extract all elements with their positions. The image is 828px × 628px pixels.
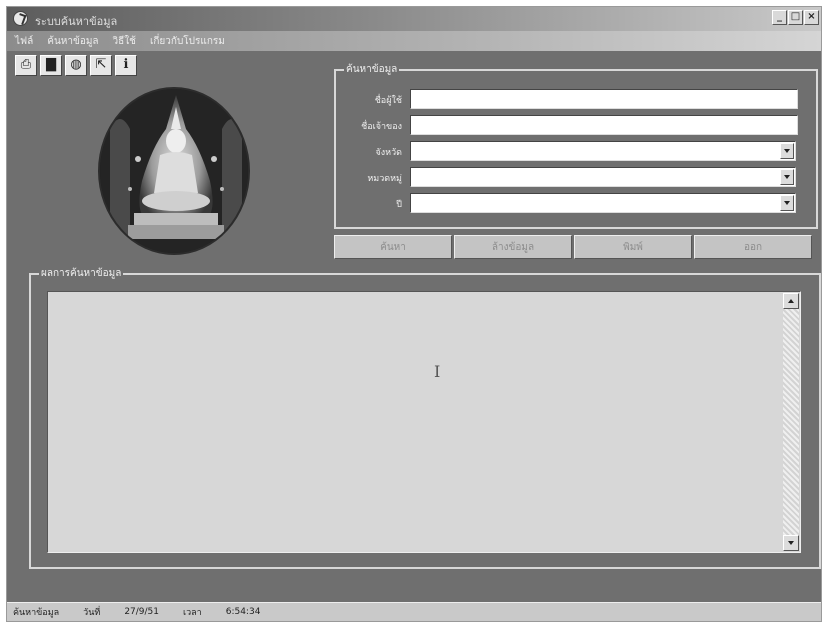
status-bar: ค้นหาข้อมูล วันที่ 27/9/51 เวลา 6:54:34 — [7, 602, 821, 621]
app-icon[interactable] — [13, 11, 28, 26]
category-select[interactable] — [410, 167, 796, 187]
result-group-legend: ผลการค้นหาข้อมูล — [39, 266, 124, 281]
select-icon[interactable]: ⇱ — [90, 55, 112, 76]
status-time-label: เวลา — [183, 608, 202, 618]
toolbar: ⎙ ▇ ◍ ⇱ ℹ — [15, 55, 137, 76]
window-controls: _ □ × — [772, 10, 819, 25]
category-label: หมวดหมู่ — [367, 174, 402, 184]
menu-item-search[interactable]: ค้นหาข้อมูล — [47, 34, 98, 49]
buddha-statue-icon — [100, 89, 248, 253]
menu-bar: ไฟล์ ค้นหาข้อมูล วิธีใช้ เกี่ยวกับโปรแกร… — [7, 31, 821, 51]
year-select[interactable] — [410, 193, 796, 213]
clear-button[interactable]: ล้างข้อมูล — [454, 235, 572, 259]
text-cursor-icon: I — [434, 362, 441, 381]
print-button[interactable]: พิมพ์ — [574, 235, 692, 259]
main-window: ระบบค้นหาข้อมูล _ □ × ไฟล์ ค้นหาข้อมูล ว… — [6, 6, 822, 622]
info-icon[interactable]: ℹ — [115, 55, 137, 76]
search-button[interactable]: ค้นหา — [334, 235, 452, 259]
maximize-button[interactable]: □ — [788, 10, 803, 25]
status-time: 6:54:34 — [225, 607, 261, 617]
buddha-image — [98, 87, 250, 255]
owner-name-input[interactable] — [410, 115, 798, 135]
search-group-legend: ค้นหาข้อมูล — [344, 62, 400, 77]
username-input[interactable] — [410, 89, 798, 109]
title-bar[interactable]: ระบบค้นหาข้อมูล _ □ × — [7, 7, 821, 31]
minimize-button[interactable]: _ — [772, 10, 787, 25]
exit-button[interactable]: ออก — [694, 235, 812, 259]
status-date: 27/9/51 — [124, 607, 160, 617]
result-textarea[interactable]: I — [47, 291, 801, 553]
save-icon[interactable]: ▇ — [40, 55, 62, 76]
menu-item-file[interactable]: ไฟล์ — [15, 34, 33, 49]
print-icon[interactable]: ⎙ — [15, 55, 37, 76]
chevron-down-icon[interactable] — [780, 169, 794, 185]
scroll-down-icon[interactable] — [783, 535, 799, 551]
province-label: จังหวัด — [375, 148, 403, 158]
province-select[interactable] — [410, 141, 796, 161]
action-buttons: ค้นหา ล้างข้อมูล พิมพ์ ออก — [334, 235, 812, 259]
chevron-down-icon[interactable] — [780, 143, 794, 159]
vertical-scrollbar[interactable] — [783, 293, 799, 551]
menu-item-about[interactable]: เกี่ยวกับโปรแกรม — [150, 34, 225, 49]
status-state: ค้นหาข้อมูล — [13, 608, 60, 618]
menu-item-help[interactable]: วิธีใช้ — [113, 34, 136, 49]
status-day-label: วันที่ — [83, 608, 101, 618]
result-group: ผลการค้นหาข้อมูล I — [29, 266, 821, 569]
globe-icon[interactable]: ◍ — [65, 55, 87, 76]
scroll-up-icon[interactable] — [783, 293, 799, 309]
username-label: ชื่อผู้ใช้ — [374, 96, 402, 106]
chevron-down-icon[interactable] — [780, 195, 794, 211]
close-button[interactable]: × — [804, 10, 819, 25]
search-group: ค้นหาข้อมูล ชื่อผู้ใช้ ชื่อเจ้าของ จังหว… — [334, 62, 818, 229]
year-label: ปี — [396, 200, 402, 210]
window-title: ระบบค้นหาข้อมูล — [35, 15, 118, 28]
owner-name-label: ชื่อเจ้าของ — [361, 122, 402, 132]
